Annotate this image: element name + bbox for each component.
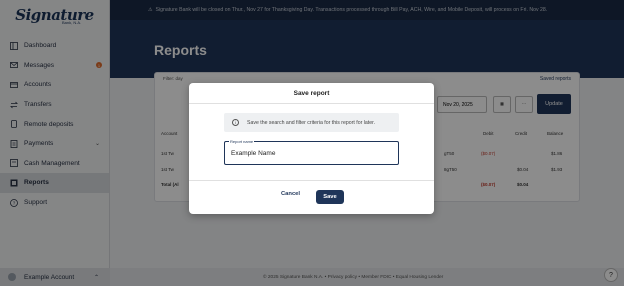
save-button[interactable]: Save [316, 190, 344, 204]
save-report-dialog: Save report i Save the search and filter… [189, 83, 434, 214]
info-text: Save the search and filter criteria for … [247, 119, 376, 126]
dialog-title: Save report [189, 83, 434, 104]
cancel-button[interactable]: Cancel [281, 191, 300, 197]
divider [189, 180, 434, 181]
info-message: i Save the search and filter criteria fo… [224, 113, 399, 132]
report-name-input[interactable] [224, 141, 399, 165]
report-name-label: Report name [229, 139, 255, 144]
info-icon: i [232, 119, 239, 126]
